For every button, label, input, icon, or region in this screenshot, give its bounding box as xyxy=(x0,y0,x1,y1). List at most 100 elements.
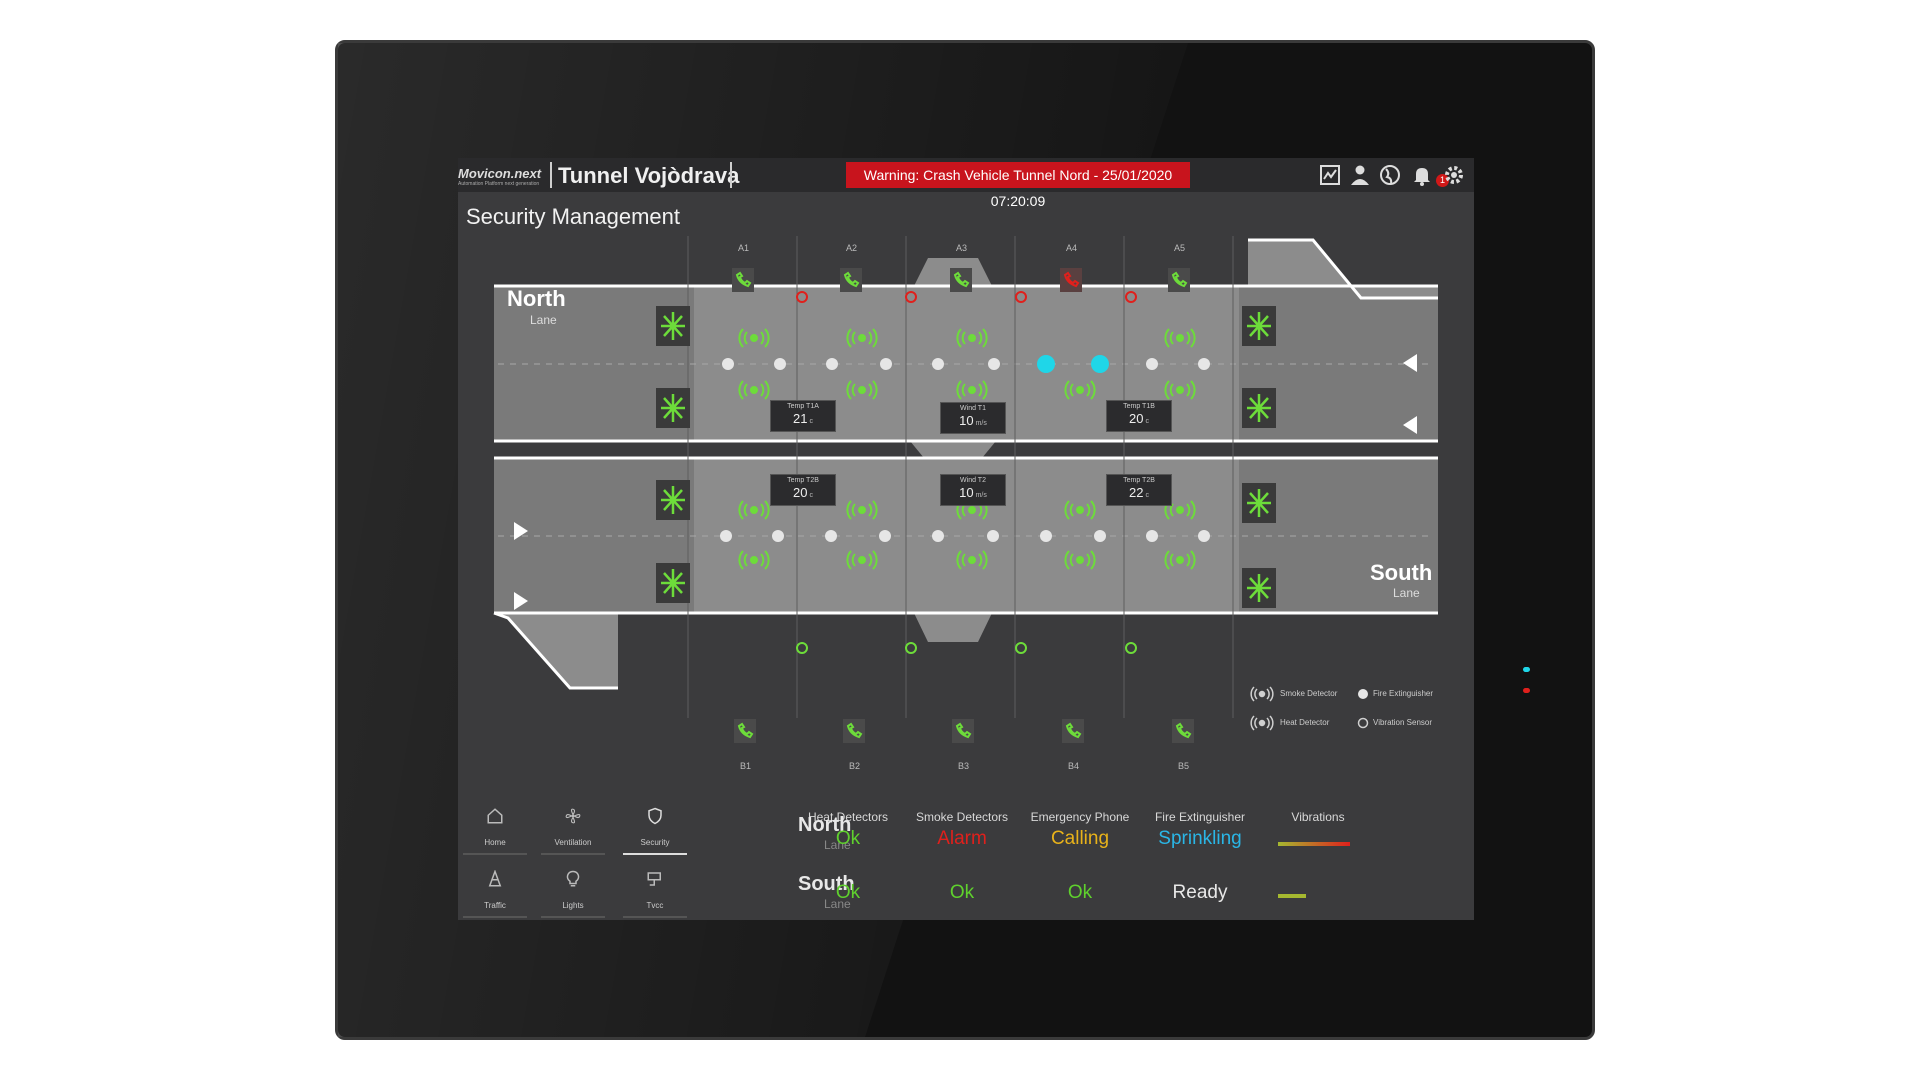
wind-sensor[interactable]: Wind T2 10 m/s xyxy=(940,474,1006,506)
status-header-smoke: Smoke Detectors xyxy=(915,810,1009,824)
extinguisher-icon[interactable] xyxy=(1094,530,1106,542)
extinguisher-icon[interactable] xyxy=(932,358,944,370)
fan-icon xyxy=(565,808,581,824)
extinguisher-icon[interactable] xyxy=(722,358,734,370)
status-south-smoke: Ok xyxy=(949,882,975,903)
bay-middle xyxy=(910,441,996,458)
fan-icon[interactable] xyxy=(1242,568,1276,608)
nav-lights[interactable]: Lights xyxy=(538,866,608,918)
temperature-sensor[interactable]: Temp T1A 21 c xyxy=(770,400,836,432)
legend-smoke-detector: Smoke Detector xyxy=(1280,689,1338,698)
status-header-extinguisher: Fire Extinguisher xyxy=(1154,810,1246,824)
nav-security[interactable]: Security xyxy=(620,803,690,855)
extinguisher-icon[interactable] xyxy=(826,358,838,370)
nav-home[interactable]: Home xyxy=(460,803,530,855)
vibration-sensor-icon[interactable] xyxy=(1015,642,1027,654)
home-icon xyxy=(487,808,503,824)
fan-icon[interactable] xyxy=(656,306,690,346)
status-south-heat: Ok xyxy=(835,882,861,903)
extinguisher-icon[interactable] xyxy=(1146,530,1158,542)
temperature-sensor[interactable]: Temp T2B 20 c xyxy=(770,474,836,506)
heat-detector-legend-icon xyxy=(1250,715,1274,731)
nav-ventilation[interactable]: Ventilation xyxy=(538,803,608,855)
extinguisher-icon[interactable] xyxy=(932,530,944,542)
extinguisher-icon[interactable] xyxy=(825,530,837,542)
wind-sensor[interactable]: Wind T1 10 m/s xyxy=(940,402,1006,434)
phone-icon[interactable] xyxy=(843,719,865,743)
vibration-sensor-icon[interactable] xyxy=(905,642,917,654)
camera-icon xyxy=(647,872,661,886)
extinguisher-icon[interactable] xyxy=(774,358,786,370)
legend-vibration-sensor: Vibration Sensor xyxy=(1373,718,1432,727)
fan-icon[interactable] xyxy=(1242,388,1276,428)
temperature-sensor[interactable]: Temp T2B 22 c xyxy=(1106,474,1172,506)
extinguisher-icon[interactable] xyxy=(1146,358,1158,370)
extinguisher-icon[interactable] xyxy=(772,530,784,542)
phone-icon[interactable] xyxy=(734,719,756,743)
column-label: A2 xyxy=(846,243,858,253)
extinguisher-icon[interactable] xyxy=(988,358,1000,370)
extinguisher-icon[interactable] xyxy=(720,530,732,542)
column-label: A4 xyxy=(1066,243,1078,253)
extinguisher-icon[interactable] xyxy=(1040,530,1052,542)
extinguisher-icon[interactable] xyxy=(1198,530,1210,542)
nav-traffic[interactable]: Traffic xyxy=(460,866,530,918)
legend-heat-detector: Heat Detector xyxy=(1280,718,1330,727)
phone-icon-calling[interactable] xyxy=(1060,268,1082,292)
nav-tvcc[interactable]: Tvcc xyxy=(620,866,690,918)
legend-fire-extinguisher: Fire Extinguisher xyxy=(1373,689,1434,698)
vibration-sensors-south xyxy=(796,642,1137,654)
phone-icon[interactable] xyxy=(1062,719,1084,743)
phone-icon[interactable] xyxy=(1168,268,1190,292)
phone-icon[interactable] xyxy=(732,268,754,292)
cone-icon xyxy=(488,869,502,887)
extinguisher-icon[interactable] xyxy=(879,530,891,542)
north-vibration-bar xyxy=(1278,842,1350,846)
temperature-sensor[interactable]: Temp T1B 20 c xyxy=(1106,400,1172,432)
extinguisher-icon-active[interactable] xyxy=(1091,355,1109,373)
fan-icon[interactable] xyxy=(656,480,690,520)
hmi-screen: Movicon.next Automation Platform next gen… xyxy=(458,158,1474,920)
north-lane-title: North xyxy=(507,286,566,311)
column-label: A1 xyxy=(738,243,750,253)
bay-bottom xyxy=(914,613,992,642)
extinguisher-icon[interactable] xyxy=(880,358,892,370)
fan-icon[interactable] xyxy=(656,388,690,428)
column-label: B3 xyxy=(958,761,970,771)
phone-icon[interactable] xyxy=(950,268,972,292)
column-label: B1 xyxy=(740,761,752,771)
status-header-phone: Emergency Phone xyxy=(1030,810,1130,824)
column-label: B2 xyxy=(849,761,861,771)
column-label: B5 xyxy=(1178,761,1190,771)
column-label: A5 xyxy=(1174,243,1186,253)
extinguisher-icon-active[interactable] xyxy=(1037,355,1055,373)
north-lane-subtitle: Lane xyxy=(530,313,557,327)
status-north-heat: Ok xyxy=(835,828,861,849)
phone-icon[interactable] xyxy=(1172,719,1194,743)
shield-icon xyxy=(648,807,662,825)
vibration-sensor-icon[interactable] xyxy=(1125,642,1137,654)
status-south-extinguisher: Ready xyxy=(1172,882,1228,903)
status-header-vibrations: Vibrations xyxy=(1291,810,1345,824)
extinguisher-icon[interactable] xyxy=(1198,358,1210,370)
vibration-sensor-icon[interactable] xyxy=(796,642,808,654)
south-lane-subtitle: Lane xyxy=(1393,586,1420,600)
phone-icon-group xyxy=(734,719,1194,743)
extinguisher-icon[interactable] xyxy=(987,530,999,542)
south-vibration-bar xyxy=(1278,894,1306,898)
vibration-sensor-legend-icon xyxy=(1357,717,1369,729)
smoke-detector-legend-icon xyxy=(1250,686,1274,702)
tunnel-map xyxy=(493,236,1438,743)
south-lane-title: South xyxy=(1370,560,1433,585)
column-label: A3 xyxy=(956,243,968,253)
phone-icon[interactable] xyxy=(840,268,862,292)
extinguisher-legend-icon xyxy=(1358,689,1368,699)
fan-icon[interactable] xyxy=(656,563,690,603)
status-south-phone: Ok xyxy=(1067,882,1093,903)
fan-icon[interactable] xyxy=(1242,306,1276,346)
status-north-smoke: Alarm xyxy=(937,828,987,849)
phone-icon[interactable] xyxy=(952,719,974,743)
status-led-red xyxy=(1523,688,1530,693)
status-north-extinguisher: Sprinkling xyxy=(1158,828,1242,849)
fan-icon[interactable] xyxy=(1242,483,1276,523)
